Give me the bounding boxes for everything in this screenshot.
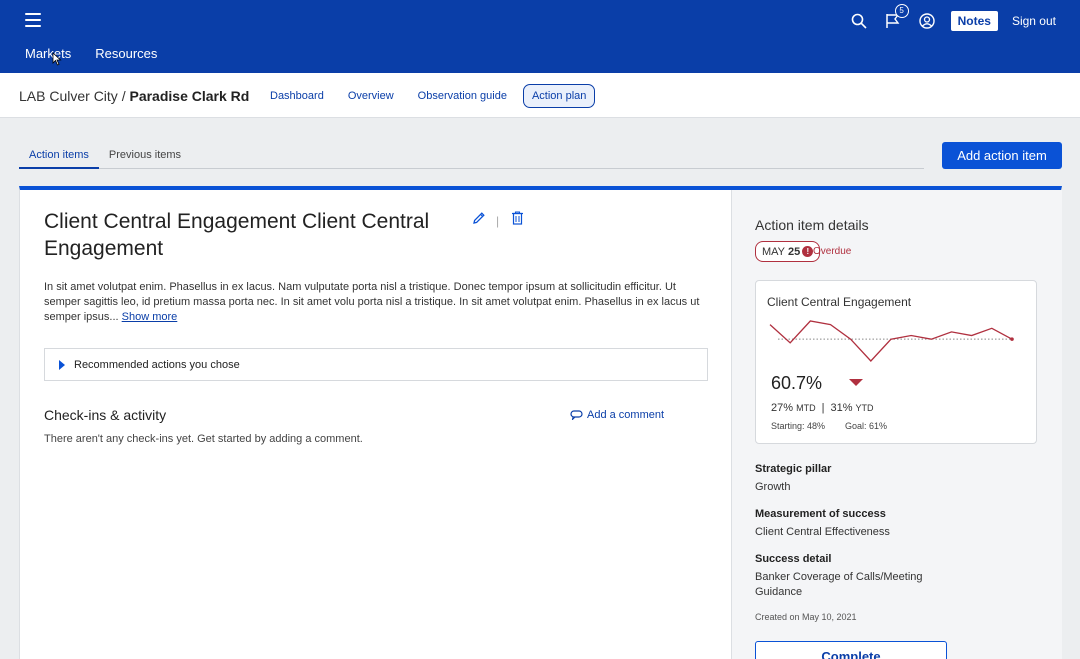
due-month: MAY (762, 245, 786, 258)
action-item-card: Client Central Engagement Client Central… (19, 186, 1062, 659)
due-day: 25 (788, 245, 801, 258)
expand-caret-icon (59, 359, 65, 370)
measurement-of-success-value: Client Central Effectiveness (755, 526, 890, 538)
nav-item-markets[interactable]: Markets (25, 46, 71, 61)
add-comment-label: Add a comment (587, 409, 665, 421)
delete-trash-icon[interactable] (511, 211, 524, 230)
hamburger-menu-icon[interactable] (25, 13, 41, 27)
main-nav: Markets Resources (25, 46, 157, 61)
top-navigation-bar: Markets Resources 5 Notes Sign out (0, 0, 1080, 73)
breadcrumb-current: Paradise Clark Rd (129, 88, 250, 104)
action-item-title: Client Central Engagement Client Central… (44, 210, 430, 260)
nav-item-resources[interactable]: Resources (95, 46, 157, 61)
add-action-item-button[interactable]: Add action item (942, 142, 1062, 169)
measurement-of-success-label: Measurement of success (755, 508, 886, 520)
tab-dashboard[interactable]: Dashboard (262, 85, 332, 107)
breadcrumb-parent[interactable]: LAB Culver City / (19, 88, 129, 104)
checkins-heading: Check-ins & activity (44, 407, 167, 423)
notes-button[interactable]: Notes (950, 10, 998, 31)
mtd-label: MTD (796, 403, 816, 413)
metric-stats: 27% MTD | 31% YTD (771, 402, 874, 414)
stats-divider: | (821, 402, 825, 414)
notification-count-badge: 5 (894, 3, 909, 18)
ytd-value: 31% (830, 402, 853, 414)
metric-goal: Goal: 61% (845, 421, 888, 431)
metric-footer: Starting: 48% Goal: 61% (771, 421, 887, 431)
metric-card: Client Central Engagement 60.7% 27% MTD |… (755, 280, 1037, 444)
add-comment-link[interactable]: Add a comment (570, 409, 664, 421)
action-item-details-panel: Action item details MAY 25 ! Overdue Clie… (731, 190, 1062, 659)
metric-starting: Starting: 48% (771, 421, 826, 431)
title-actions: | (472, 211, 524, 230)
user-account-icon[interactable] (917, 11, 937, 31)
ytd-label: YTD (855, 403, 874, 413)
tab-action-items[interactable]: Action items (19, 143, 99, 169)
comment-icon (570, 410, 583, 420)
overdue-status: Overdue (813, 246, 852, 257)
checkins-empty-state: There aren't any check-ins yet. Get star… (44, 433, 363, 445)
metric-value: 60.7% (771, 373, 823, 393)
mtd-value: 27% (771, 402, 794, 414)
edit-pencil-icon[interactable] (472, 211, 486, 230)
tab-observation-guide[interactable]: Observation guide (410, 85, 515, 107)
action-item-description: In sit amet volutpat enim. Phasellus in … (44, 280, 709, 325)
section-tabs: Dashboard Overview Observation guide Act… (262, 84, 603, 108)
metric-title: Client Central Engagement (767, 295, 912, 309)
mouse-cursor-icon (52, 52, 62, 66)
overdue-alert-icon: ! (802, 246, 814, 257)
tab-previous-items[interactable]: Previous items (99, 143, 191, 169)
search-icon[interactable] (849, 11, 869, 31)
metric-sparkline (769, 320, 1014, 362)
due-date-badge: MAY 25 ! (755, 241, 821, 262)
top-right-controls: 5 Notes Sign out (835, 3, 1056, 31)
tab-overview[interactable]: Overview (340, 85, 402, 107)
breadcrumb: LAB Culver City / Paradise Clark Rd (19, 88, 249, 104)
notification-flag-icon[interactable]: 5 (883, 3, 909, 31)
sparkline-series (769, 320, 1013, 362)
success-detail-label: Success detail (755, 553, 832, 565)
tab-action-plan[interactable]: Action plan (522, 84, 596, 108)
complete-button[interactable]: Complete (755, 641, 947, 659)
sparkline-last-point (1010, 337, 1014, 341)
success-detail-value: Banker Coverage of Calls/Meeting Guidanc… (755, 571, 923, 598)
icon-divider: | (496, 213, 500, 228)
action-items-tabs: Action items Previous items (19, 143, 924, 169)
show-more-link[interactable]: Show more (122, 311, 178, 323)
created-date: Created on May 10, 2021 (755, 612, 857, 622)
strategic-pillar-label: Strategic pillar (755, 463, 832, 475)
recommended-actions-accordion[interactable]: Recommended actions you chose (44, 348, 708, 381)
page-header: LAB Culver City / Paradise Clark Rd Dash… (0, 73, 1080, 118)
details-heading: Action item details (755, 217, 869, 233)
strategic-pillar-value: Growth (755, 481, 791, 493)
trend-down-icon (849, 379, 863, 386)
sign-out-link[interactable]: Sign out (1012, 14, 1056, 28)
recommended-actions-label: Recommended actions you chose (74, 358, 240, 371)
